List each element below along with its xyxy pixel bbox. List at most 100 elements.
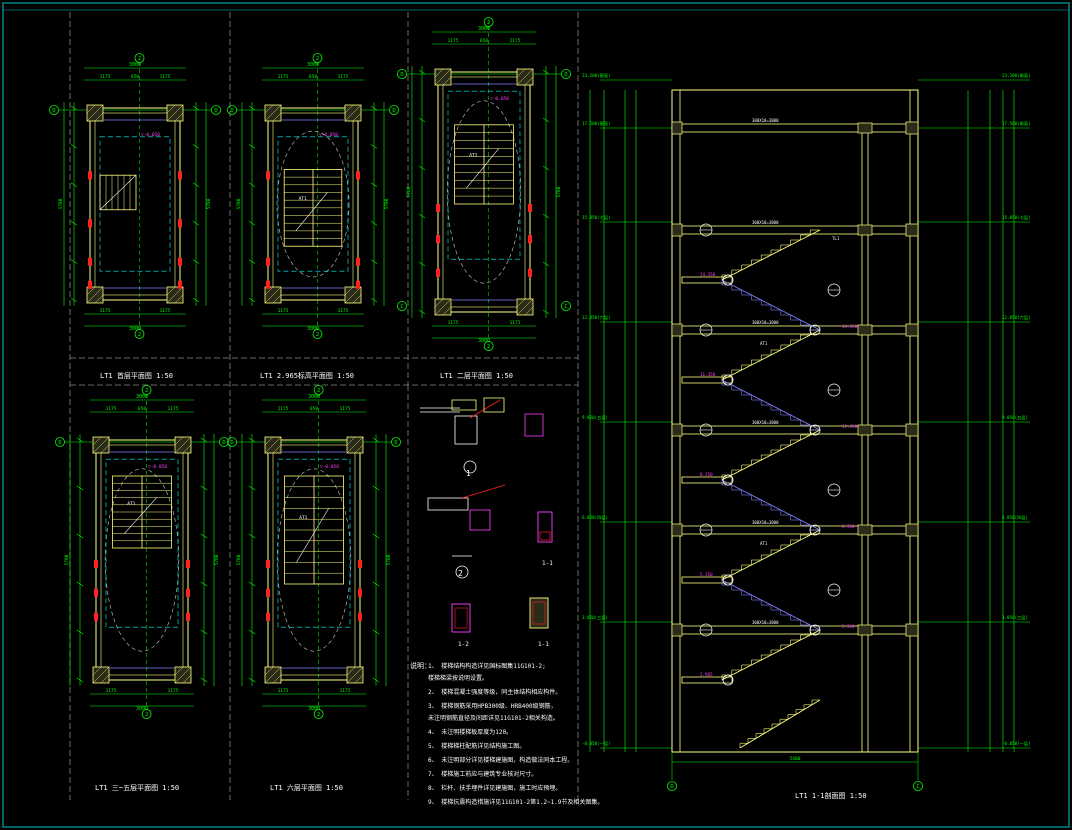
- dim-sub-a: 1175: [278, 74, 289, 80]
- section-axis-left-label: D: [670, 784, 673, 790]
- dim-sub-a: 1175: [100, 74, 111, 80]
- axis-left-bubble-label: D: [52, 108, 55, 114]
- wall-opening-marker: [94, 612, 98, 621]
- wall-opening-marker: [358, 560, 362, 568]
- wall-opening-marker: [436, 235, 440, 244]
- wall-opening-marker: [186, 560, 190, 568]
- dim-side-left: 5700: [406, 186, 412, 197]
- axis-bottom-bubble-label: 2: [317, 712, 320, 718]
- beam-section: [905, 423, 919, 437]
- wall-opening-marker: [358, 612, 362, 621]
- note-3: 3、 楼梯钢筋采用HPB300级、HRB400级钢筋，: [428, 702, 557, 710]
- beam-tag: TL1: [832, 236, 840, 241]
- dim-top: 3000: [307, 62, 319, 68]
- wall-opening-marker: [88, 219, 92, 228]
- level-label-right: 12.850(六层): [1002, 314, 1031, 321]
- dim-sub-c: 1175: [160, 74, 171, 80]
- axis-right-bubble-label: D: [222, 440, 225, 446]
- beam-section: [857, 424, 873, 436]
- axis-left-bubble-label: D: [400, 72, 403, 78]
- axis-right-bubble-label: D: [394, 440, 397, 446]
- landing-level: 5.350: [700, 572, 713, 577]
- wall-opening-marker: [528, 235, 532, 244]
- level-label-left: 15.850(七层): [582, 214, 611, 221]
- axis-bottom-bubble-label: 2: [138, 332, 141, 338]
- axis-bottom-bubble-label: 2: [145, 712, 148, 718]
- dim-sub-c: 1175: [160, 308, 171, 314]
- section-title: LT1 1-1剖面图 1:50: [795, 791, 867, 800]
- dim-top: 3000: [129, 62, 141, 68]
- wall-opening-marker: [94, 560, 98, 568]
- wall-opening-marker: [436, 268, 440, 277]
- wall-opening-marker: [358, 588, 362, 597]
- note-8: 8、 栏杆、扶手埋件详见建施图，施工时应预埋。: [428, 784, 561, 792]
- level-marker: ▽-0.050: [319, 132, 338, 138]
- note-7: 7、 楼梯施工前应与建筑专业核对尺寸。: [428, 770, 537, 778]
- level-marker: ▽-0.050: [141, 132, 160, 138]
- wall-opening-marker: [178, 219, 182, 228]
- wall-opening-marker: [178, 257, 182, 266]
- dim-side-right: 5700: [206, 198, 212, 209]
- dim-sub-c: 1175: [510, 320, 521, 326]
- wall-opening-marker: [178, 280, 182, 289]
- axis-c-left-bubble-label: C: [400, 304, 403, 310]
- dim-sub-c: 1175: [340, 688, 351, 694]
- dim-sub-a: 1175: [278, 688, 289, 694]
- level-label-right: 15.850(七层): [1002, 214, 1031, 221]
- flight-dim: 300X10=3000: [752, 118, 779, 123]
- axis-right-bubble-label: D: [392, 108, 395, 114]
- wall-opening-marker: [266, 257, 270, 266]
- beam-section: [857, 122, 873, 134]
- wall-opening-marker: [528, 204, 532, 212]
- detail1-label: 1: [466, 469, 471, 478]
- axis-bottom-bubble-label: 2: [316, 332, 319, 338]
- beam-section: [857, 224, 873, 236]
- dim-sub-b: 650: [138, 406, 146, 412]
- dim-sub-c: 1175: [338, 74, 349, 80]
- dim-sub-a: 1175: [278, 406, 289, 412]
- beam-section: [905, 121, 919, 135]
- stair-slab-tag: AT1: [299, 515, 307, 521]
- wall-opening-marker: [266, 612, 270, 621]
- floor-level: 5.350: [842, 624, 855, 629]
- dim-side-left: 5700: [64, 554, 70, 565]
- dim-sub-b: 650: [310, 406, 318, 412]
- note-2: 2、 楼梯混凝土强度等级，同主体结构相应构件。: [428, 688, 561, 696]
- axis-right-bubble-label: D: [564, 72, 567, 78]
- axis-right-bubble-label: D: [214, 108, 217, 114]
- dim-sub-b: 650: [309, 74, 317, 80]
- note-6: 6、 未注明部分详见楼梯建施图，构造做法同本工程。: [428, 756, 573, 764]
- landing-level: 14.350: [700, 272, 716, 277]
- flight-dim: 300X10=3000: [752, 520, 779, 525]
- dim-sub-c: 1175: [338, 308, 349, 314]
- landing-level: 2.965: [700, 672, 713, 677]
- level-marker: ▽-0.050: [320, 464, 339, 470]
- dim-sub-b: 650: [480, 38, 488, 44]
- beam-section: [905, 223, 919, 237]
- dim-side-left: 5700: [236, 554, 242, 565]
- landing-level: 8.350: [700, 472, 713, 477]
- note-3b: 未注明钢筋直径及间距详见11G101-2相关构造。: [428, 714, 559, 722]
- dim-side-right: 5700: [214, 554, 220, 565]
- beam-section: [857, 624, 873, 636]
- axis-left-bubble-label: D: [230, 108, 233, 114]
- wall-opening-marker: [436, 204, 440, 212]
- axis-top-bubble-label: 2: [138, 56, 141, 62]
- beam-section: [857, 524, 873, 536]
- floor-level: 14.350: [842, 324, 858, 329]
- beam-section: [905, 323, 919, 337]
- wall-opening-marker: [356, 257, 360, 266]
- note-1: 1、 楼梯结构构造详见国标图集11G101-2;: [428, 662, 546, 670]
- axis-bottom-bubble-label: 2: [487, 344, 490, 350]
- beam-section: [671, 121, 683, 135]
- axis-top-bubble-label: 2: [317, 388, 320, 394]
- dim-sub-c: 1175: [168, 406, 179, 412]
- detail5-label: 1-1: [538, 641, 549, 648]
- beam-section: [671, 323, 683, 337]
- note-4: 4、 未注明楼梯板厚度为120。: [428, 728, 512, 736]
- dim-side-left: 5700: [236, 198, 242, 209]
- dim-top: 3000: [136, 394, 148, 400]
- landing-level: 11.350: [700, 372, 716, 377]
- flight-dim: 300X10=3000: [752, 420, 779, 425]
- wall-opening-marker: [88, 171, 92, 180]
